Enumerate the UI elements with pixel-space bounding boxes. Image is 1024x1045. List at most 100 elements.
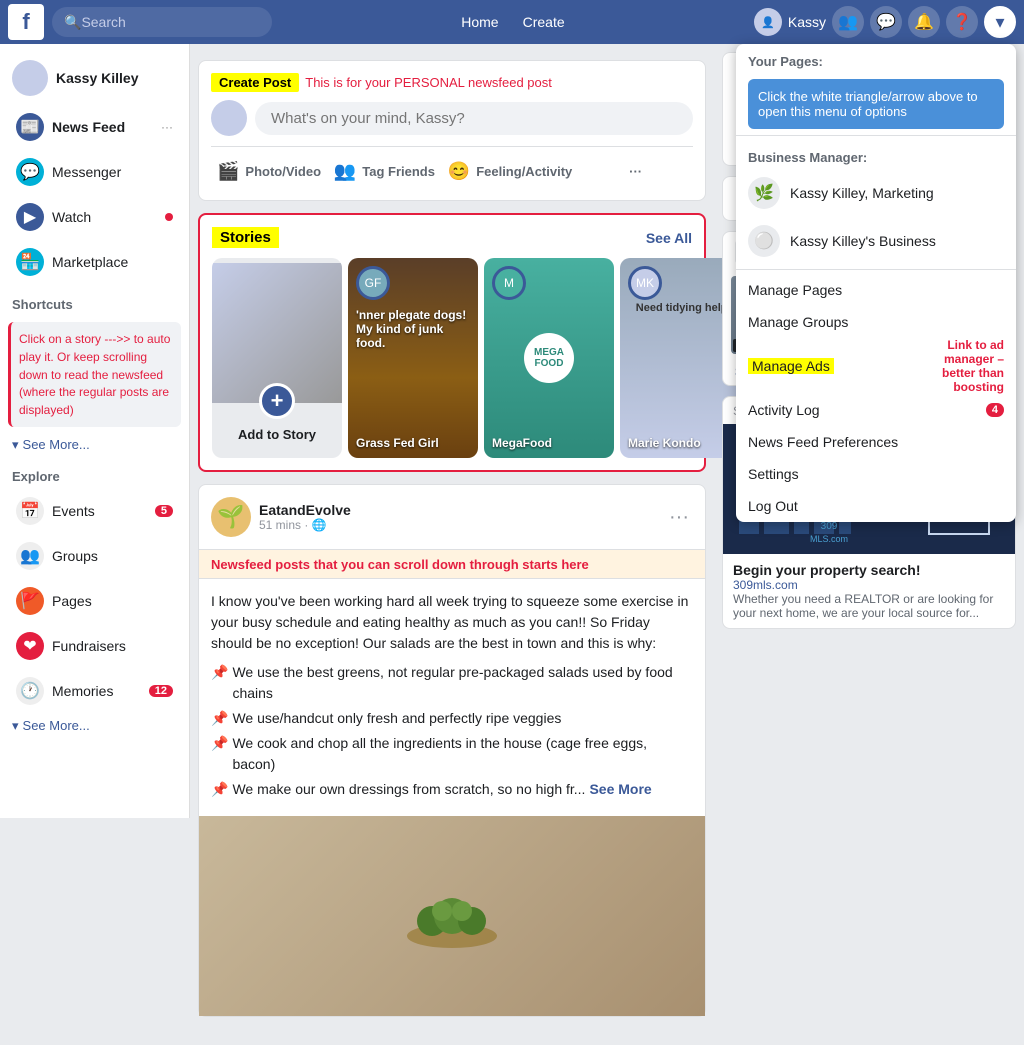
dropdown-manage-pages[interactable]: Manage Pages — [736, 274, 1016, 306]
sidebar-item-watch[interactable]: ▶ Watch — [4, 195, 185, 239]
dropdown-settings[interactable]: Settings — [736, 458, 1016, 490]
friends-icon[interactable]: 👥 — [832, 6, 864, 38]
manage-groups-label: Manage Groups — [748, 314, 848, 330]
sidebar-item-events[interactable]: 📅 Events 5 — [4, 489, 185, 533]
news-feed-icon: 📰 — [16, 113, 44, 141]
facebook-logo[interactable]: f — [8, 4, 44, 40]
watch-notification-dot — [165, 213, 173, 221]
sidebar-item-fundraisers[interactable]: ❤ Fundraisers — [4, 624, 185, 668]
groups-label: Groups — [52, 548, 173, 564]
user-name: Kassy — [788, 14, 826, 30]
fundraisers-icon: ❤ — [16, 632, 44, 660]
events-badge: 5 — [155, 505, 173, 517]
story-add-label: Add to Story — [238, 427, 316, 442]
your-pages-title: Your Pages: — [736, 44, 1016, 73]
dropdown-manage-groups[interactable]: Manage Groups — [736, 306, 1016, 338]
stories-title: Stories — [212, 227, 279, 248]
post-more-options[interactable]: ··· — [665, 502, 693, 533]
search-bar[interactable]: 🔍 — [52, 7, 272, 37]
create-post-box: Create Post This is for your PERSONAL ne… — [198, 60, 706, 201]
photo-video-icon: 🎬 — [217, 161, 239, 182]
manage-pages-label: Manage Pages — [748, 282, 842, 298]
kassy-marketing-label: Kassy Killey, Marketing — [790, 185, 934, 201]
story-megafood-avatar: M — [492, 266, 526, 300]
story-grass-fed-bg: GF 'nner plegate dogs! My kind of junk f… — [348, 258, 478, 458]
search-icon: 🔍 — [64, 14, 81, 31]
sidebar-item-marketplace[interactable]: 🏪 Marketplace — [4, 240, 185, 284]
dropdown-annotation: Click the white triangle/arrow above to … — [748, 79, 1004, 129]
dropdown-item-kassy-business[interactable]: ⚪ Kassy Killey's Business — [736, 217, 1016, 265]
sidebar-item-messenger[interactable]: 💬 Messenger — [4, 150, 185, 194]
post-food-image — [199, 816, 705, 1016]
photo-video-button[interactable]: 🎬 Photo/Video — [211, 155, 327, 188]
ad-body-url: 309mls.com — [733, 578, 1005, 592]
shortcuts-annotation: Click on a story --->> to auto play it. … — [19, 332, 170, 417]
account-dropdown-button[interactable]: ▾ — [984, 6, 1016, 38]
tag-friends-button[interactable]: 👥 Tag Friends — [327, 155, 442, 188]
dropdown-item-kassy-marketing[interactable]: 🌿 Kassy Killey, Marketing — [736, 169, 1016, 217]
create-post-input-row — [211, 100, 693, 136]
messenger-icon[interactable]: 💬 — [870, 6, 902, 38]
more-options-button[interactable]: ··· — [578, 155, 693, 188]
business-manager-title: Business Manager: — [736, 140, 1016, 169]
dropdown-activity-log[interactable]: Activity Log 4 — [736, 394, 1016, 426]
post-bullet-1: 📌 We use the best greens, not regular pr… — [211, 662, 693, 704]
post-card: 🌱 EatandEvolve 51 mins · 🌐 ··· Newsfeed … — [198, 484, 706, 1017]
story-megafood[interactable]: MEGA FOOD M MegaFood — [484, 258, 614, 458]
tag-friends-label: Tag Friends — [362, 164, 435, 179]
post-body-text: I know you've been working hard all week… — [211, 591, 693, 654]
story-add-card[interactable]: + Add to Story — [212, 258, 342, 458]
pages-icon: 🚩 — [16, 587, 44, 615]
create-post-label: Create Post — [211, 73, 299, 92]
ad-body-title: Begin your property search! — [733, 562, 1005, 578]
post-see-more[interactable]: See More — [589, 779, 651, 800]
sidebar-item-news-feed[interactable]: 📰 News Feed ··· — [4, 105, 185, 149]
stories-header: Stories See All — [212, 227, 692, 248]
post-bullet-4: 📌 We make our own dressings from scratch… — [211, 779, 693, 800]
story-add-plus-icon: + — [259, 383, 295, 419]
sidebar-watch-label: Watch — [52, 209, 157, 225]
sidebar-item-memories[interactable]: 🕐 Memories 12 — [4, 669, 185, 713]
marketplace-icon: 🏪 — [16, 248, 44, 276]
post-newsfeed-annotation-row: Newsfeed posts that you can scroll down … — [199, 549, 705, 579]
notifications-icon[interactable]: 🔔 — [908, 6, 940, 38]
feeling-activity-icon: 😊 — [448, 161, 470, 182]
left-sidebar: Kassy Killey 📰 News Feed ··· 💬 Messenger… — [0, 44, 190, 818]
shortcuts-see-more[interactable]: ▾ See More... — [0, 433, 189, 457]
events-label: Events — [52, 503, 147, 519]
feeling-activity-button[interactable]: 😊 Feeling/Activity — [442, 155, 579, 188]
svg-text:309: 309 — [821, 521, 838, 532]
dropdown-log-out[interactable]: Log Out — [736, 490, 1016, 522]
create-link[interactable]: Create — [523, 14, 565, 30]
story-grass-fed[interactable]: GF 'nner plegate dogs! My kind of junk f… — [348, 258, 478, 458]
post-bullet-3: 📌 We cook and chop all the ingredients i… — [211, 733, 693, 775]
sidebar-item-groups[interactable]: 👥 Groups — [4, 534, 185, 578]
dropdown-news-feed-pref[interactable]: News Feed Preferences — [736, 426, 1016, 458]
watch-icon: ▶ — [16, 203, 44, 231]
post-time: 51 mins · 🌐 — [259, 518, 657, 532]
story-grass-fed-text: 'nner plegate dogs! My kind of junk food… — [356, 308, 470, 350]
stories-see-all[interactable]: See All — [646, 230, 692, 246]
sidebar-profile[interactable]: Kassy Killey — [0, 52, 189, 104]
shortcuts-annotation-box: Click on a story --->> to auto play it. … — [8, 322, 181, 427]
more-options-icon: ··· — [629, 164, 642, 179]
user-avatar[interactable]: 👤 — [754, 8, 782, 36]
settings-label: Settings — [748, 466, 799, 482]
ad-body: Begin your property search! 309mls.com W… — [723, 554, 1015, 628]
svg-text:MLS.com: MLS.com — [810, 534, 848, 544]
create-post-avatar — [211, 100, 247, 136]
sidebar-item-pages[interactable]: 🚩 Pages — [4, 579, 185, 623]
help-icon[interactable]: ❓ — [946, 6, 978, 38]
home-link[interactable]: Home — [461, 14, 498, 30]
create-post-input[interactable] — [255, 102, 693, 135]
explore-see-more[interactable]: ▾ See More... — [0, 714, 189, 738]
post-body: I know you've been working hard all week… — [199, 579, 705, 816]
groups-icon: 👥 — [16, 542, 44, 570]
dropdown-manage-ads[interactable]: Manage Ads — [736, 350, 926, 382]
explore-title: Explore — [0, 457, 189, 488]
kassy-business-icon: ⚪ — [748, 225, 780, 257]
news-feed-more[interactable]: ··· — [161, 120, 173, 134]
log-out-label: Log Out — [748, 498, 798, 514]
post-header: 🌱 EatandEvolve 51 mins · 🌐 ··· — [199, 485, 705, 549]
search-input[interactable] — [81, 14, 251, 30]
